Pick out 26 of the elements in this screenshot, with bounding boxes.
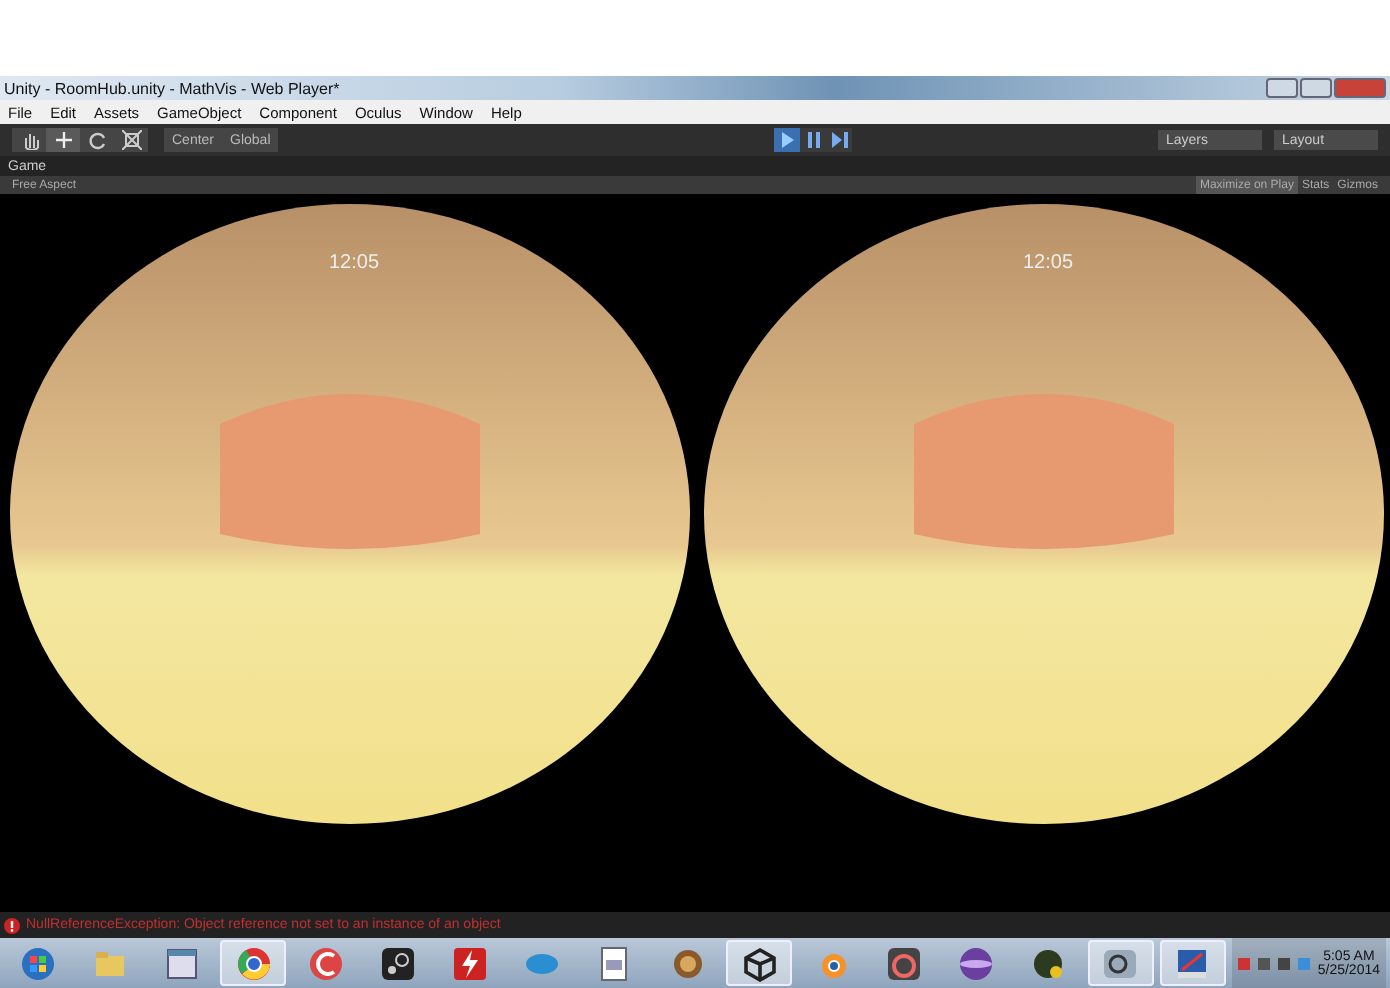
play-button[interactable] xyxy=(774,128,801,152)
scale-tool-button[interactable] xyxy=(114,128,148,152)
rotate-tool-button[interactable] xyxy=(80,128,114,152)
window-title: Unity - RoomHub.unity - MathVis - Web Player* xyxy=(4,79,340,97)
play-icon xyxy=(777,130,798,150)
rotate-icon xyxy=(87,130,107,150)
taskbar-button[interactable] xyxy=(1087,940,1154,986)
start-icon xyxy=(19,945,56,981)
window-icon xyxy=(163,945,200,981)
move-tool-button[interactable] xyxy=(46,128,80,152)
monitor-icon xyxy=(1174,945,1211,981)
scale-icon xyxy=(121,130,141,150)
taskbar-button[interactable] xyxy=(726,940,793,986)
move-icon xyxy=(53,130,73,150)
step-icon xyxy=(829,130,850,150)
hand-icon xyxy=(19,130,39,150)
minimize-button[interactable] xyxy=(1266,78,1298,98)
hud-clock: 12:05 xyxy=(328,252,380,274)
hud-clock: 12:05 xyxy=(1022,252,1074,274)
step-button[interactable] xyxy=(826,128,853,152)
pause-icon xyxy=(803,130,824,150)
document-icon xyxy=(596,945,633,981)
error-icon xyxy=(4,917,20,933)
hand-tool-button[interactable] xyxy=(12,128,46,152)
maximize-button[interactable] xyxy=(1300,78,1332,98)
pause-button[interactable] xyxy=(800,128,827,152)
